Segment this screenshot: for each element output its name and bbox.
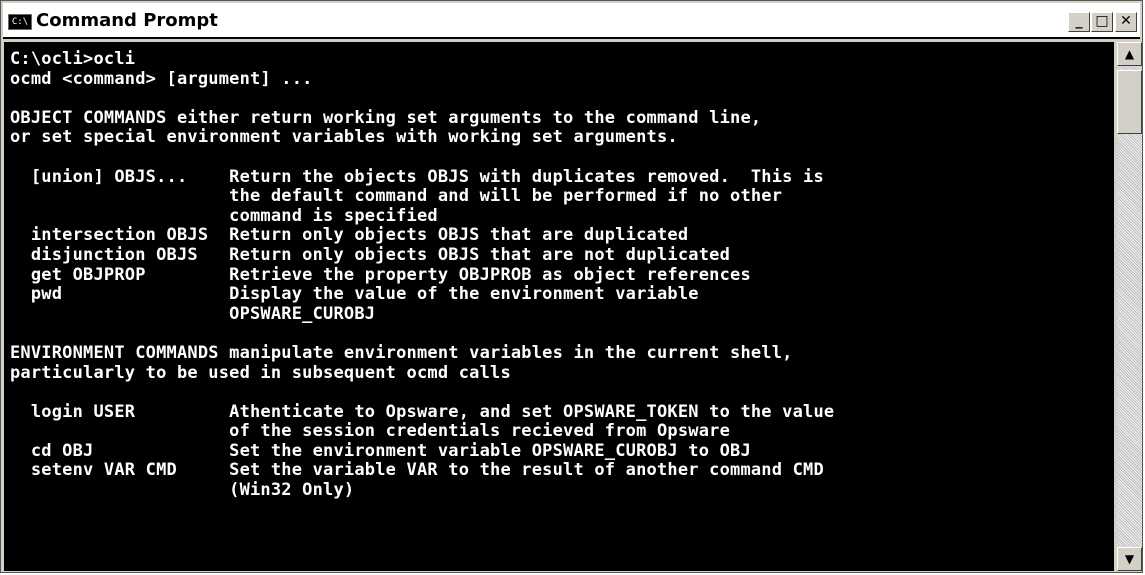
console-line: (Win32 Only) (10, 480, 355, 501)
console-line: setenv VAR CMD Set the variable VAR to t… (10, 460, 824, 481)
console-line: disjunction OBJS Return only objects OBJ… (10, 244, 731, 265)
scroll-up-button[interactable]: ▲ (1117, 42, 1142, 66)
console-line: OBJECT COMMANDS either return working se… (10, 107, 762, 128)
console-line: login USER Athenticate to Opsware, and s… (10, 401, 835, 422)
console-line: [union] OBJS... Return the objects OBJS … (10, 166, 824, 187)
console-output[interactable]: C:\ocli>ocli ocmd <command> [argument] ..… (4, 42, 1114, 571)
vertical-scrollbar[interactable]: ▲ ▼ (1117, 42, 1142, 571)
console-line: cd OBJ Set the environment variable OPSW… (10, 440, 751, 461)
command-prompt-window: C:\ Command Prompt _ □ ✕ C:\ocli>ocli ocm… (0, 0, 1143, 573)
title-bar[interactable]: C:\ Command Prompt _ □ ✕ (3, 3, 1140, 39)
console-line: get OBJPROP Retrieve the property OBJPRO… (10, 264, 751, 285)
console-line: intersection OBJS Return only objects OB… (10, 225, 689, 246)
console-line: or set special environment variables wit… (10, 127, 678, 148)
console-line: of the session credentials recieved from… (10, 421, 731, 442)
command-prompt-icon[interactable]: C:\ (8, 14, 32, 30)
window-title: Command Prompt (36, 10, 218, 31)
minimize-button[interactable]: _ (1068, 12, 1090, 32)
console-line: OPSWARE_CUROBJ (10, 303, 376, 324)
console-line: command is specified (10, 205, 438, 226)
console-line: C:\ocli>ocli (10, 49, 136, 69)
console-text: C:\ocli>ocli ocmd <command> [argument] ..… (10, 49, 835, 501)
console-line: particularly to be used in subsequent oc… (10, 362, 511, 383)
close-button[interactable]: ✕ (1115, 12, 1137, 32)
scroll-down-button[interactable]: ▼ (1117, 547, 1142, 571)
console-line: ENVIRONMENT COMMANDS manipulate environm… (10, 342, 793, 363)
console-line: ocmd <command> [argument] ... (10, 68, 313, 89)
console-line: pwd Display the value of the environment… (10, 284, 699, 305)
maximize-button[interactable]: □ (1091, 12, 1113, 32)
scroll-thumb[interactable] (1117, 70, 1142, 134)
console-line: the default command and will be performe… (10, 186, 783, 207)
